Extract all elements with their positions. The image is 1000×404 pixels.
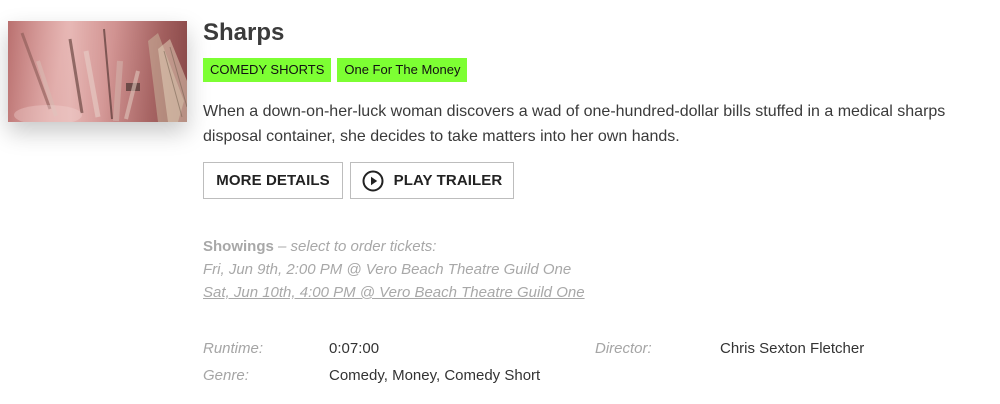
tag-list: COMEDY SHORTS One For The Money: [203, 58, 468, 82]
play-trailer-button[interactable]: PLAY TRAILER: [350, 162, 514, 199]
showings-hint: – select to order tickets:: [278, 238, 437, 255]
showing-fri: Fri, Jun 9th, 2:00 PM @ Vero Beach Theat…: [203, 261, 572, 278]
play-circle-icon: [362, 170, 384, 191]
more-details-label: MORE DETAILS: [216, 172, 330, 189]
film-title: Sharps: [203, 19, 285, 46]
tag-category[interactable]: COMEDY SHORTS: [203, 58, 332, 82]
film-still-image: [8, 21, 187, 122]
showings-heading: Showings – select to order tickets:: [203, 235, 585, 258]
film-thumbnail[interactable]: [8, 21, 187, 122]
runtime-label: Runtime:: [203, 340, 264, 357]
tag-program[interactable]: One For The Money: [337, 58, 468, 82]
showings-section: Showings – select to order tickets: Fri,…: [203, 235, 585, 304]
director-value: Chris Sexton Fletcher: [720, 340, 865, 357]
more-details-button[interactable]: MORE DETAILS: [203, 162, 343, 199]
film-description: When a down-on-her-luck woman discovers …: [203, 103, 946, 145]
play-trailer-label: PLAY TRAILER: [393, 172, 503, 189]
runtime-value: 0:07:00: [329, 340, 380, 357]
showing-sat-link[interactable]: Sat, Jun 10th, 4:00 PM @ Vero Beach Thea…: [203, 281, 585, 304]
genre-label: Genre:: [203, 367, 249, 384]
director-label: Director:: [595, 340, 652, 357]
showings-label: Showings: [203, 238, 274, 255]
genre-value: Comedy, Money, Comedy Short: [329, 367, 541, 384]
